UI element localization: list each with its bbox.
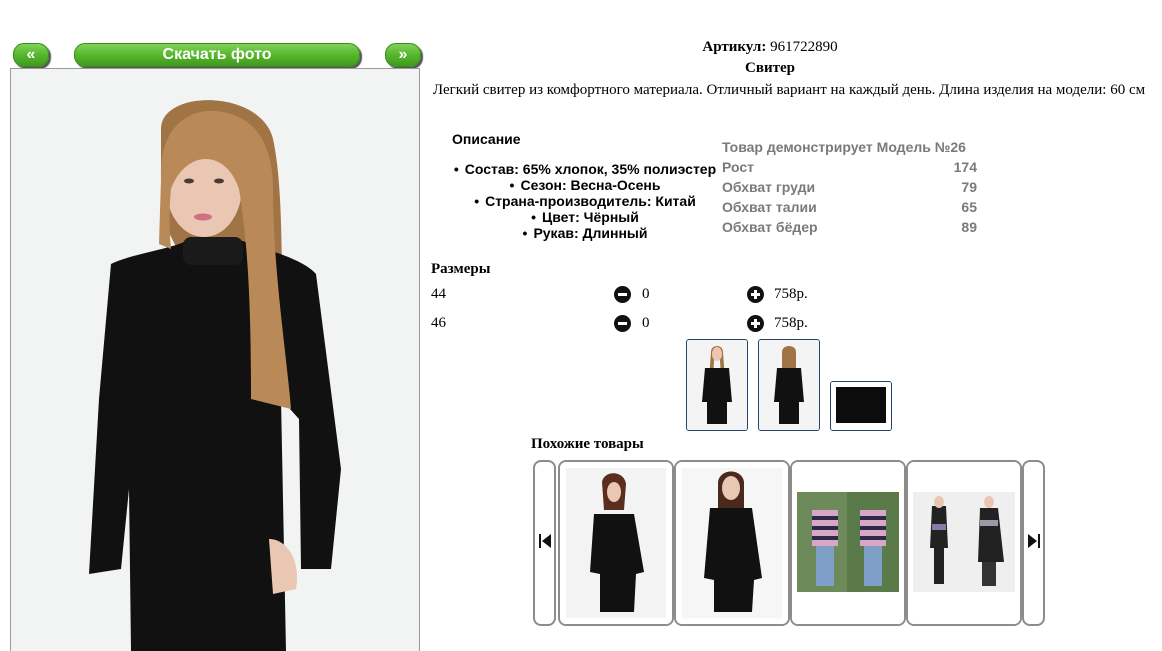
quantity-value: 0 [642, 286, 650, 302]
minus-circle-icon[interactable] [614, 286, 631, 308]
property-item: Сезон: Весна-Осень [440, 177, 730, 193]
similar-product-card[interactable] [790, 460, 906, 626]
measurement-value: 174 [953, 159, 977, 175]
property-item: Страна-производитель: Китай [440, 193, 730, 209]
size-row: 44 0 758р. [431, 286, 831, 306]
next-photo-button[interactable]: » [385, 43, 421, 67]
model-title: Товар демонстрирует Модель №26 [722, 138, 977, 158]
size-label: 46 [431, 315, 446, 331]
thumbnail-back[interactable] [758, 339, 820, 431]
plus-circle-icon[interactable] [747, 315, 764, 337]
main-product-photo [10, 68, 420, 651]
product-description: Легкий свитер из комфортного материала. … [432, 82, 1146, 98]
measurement-row: Обхват груди 79 [722, 178, 977, 198]
thumbnail-fabric[interactable] [830, 381, 892, 431]
measurement-label: Рост [722, 159, 754, 175]
sku-label: Артикул: [702, 39, 767, 55]
skip-forward-icon [1027, 533, 1040, 553]
plus-circle-icon[interactable] [747, 286, 764, 308]
model-measurements: Товар демонстрирует Модель №26 Рост 174 О… [722, 138, 977, 238]
measurement-row: Обхват талии 65 [722, 198, 977, 218]
measurement-value: 89 [961, 219, 977, 235]
property-list: Состав: 65% хлопок, 35% полиэстер Сезон:… [440, 161, 730, 241]
measurement-row: Обхват бёдер 89 [722, 218, 977, 238]
skip-back-icon [538, 533, 551, 553]
carousel-next-button[interactable] [1022, 460, 1045, 626]
quantity-value: 0 [642, 315, 650, 331]
measurement-value: 79 [961, 179, 977, 195]
size-price: 758р. [774, 315, 808, 331]
description-heading: Описание [452, 131, 521, 147]
size-row: 46 0 758р. [431, 315, 831, 335]
model-photo-illustration [11, 69, 419, 651]
minus-circle-icon[interactable] [614, 315, 631, 337]
measurement-label: Обхват бёдер [722, 219, 818, 235]
model-title-text: Товар демонстрирует Модель №26 [722, 139, 966, 155]
size-label: 44 [431, 286, 446, 302]
measurement-row: Рост 174 [722, 158, 977, 178]
download-photo-button[interactable]: Скачать фото [74, 43, 360, 67]
sku-line: Артикул: 961722890 [620, 39, 920, 56]
similar-products-heading: Похожие товары [531, 436, 644, 452]
measurement-label: Обхват талии [722, 199, 817, 215]
size-price: 758р. [774, 286, 808, 302]
sku-value: 961722890 [770, 39, 838, 55]
carousel-prev-button[interactable] [533, 460, 556, 626]
thumbnail-front[interactable] [686, 339, 748, 431]
product-name: Свитер [745, 60, 795, 76]
prev-photo-button[interactable]: « [13, 43, 49, 67]
property-item: Состав: 65% хлопок, 35% полиэстер [440, 161, 730, 177]
similar-product-card[interactable] [906, 460, 1022, 626]
measurement-label: Обхват груди [722, 179, 816, 195]
similar-product-card[interactable] [674, 460, 790, 626]
similar-product-card[interactable] [558, 460, 674, 626]
property-item: Цвет: Чёрный [440, 209, 730, 225]
sizes-heading: Размеры [431, 261, 491, 277]
measurement-value: 65 [961, 199, 977, 215]
property-item: Рукав: Длинный [440, 225, 730, 241]
